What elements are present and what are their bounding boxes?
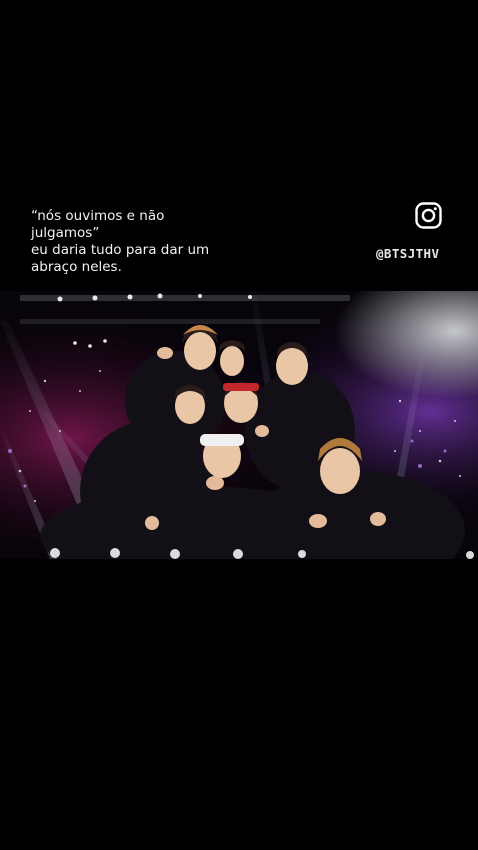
caption-line-4: abraço neles. (31, 259, 122, 275)
caption-line-2: julgamos” (31, 225, 100, 241)
concert-photo (0, 291, 478, 559)
caption-text: “nós ouvimos e não julgamos” eu daria tu… (31, 208, 231, 276)
concert-photo-image (0, 291, 478, 559)
caption-line-1: “nós ouvimos e não (31, 208, 165, 224)
instagram-icon (415, 202, 442, 229)
account-handle: @BTSJTHV (376, 246, 440, 261)
caption-line-3: eu daria tudo para dar um (31, 242, 210, 258)
